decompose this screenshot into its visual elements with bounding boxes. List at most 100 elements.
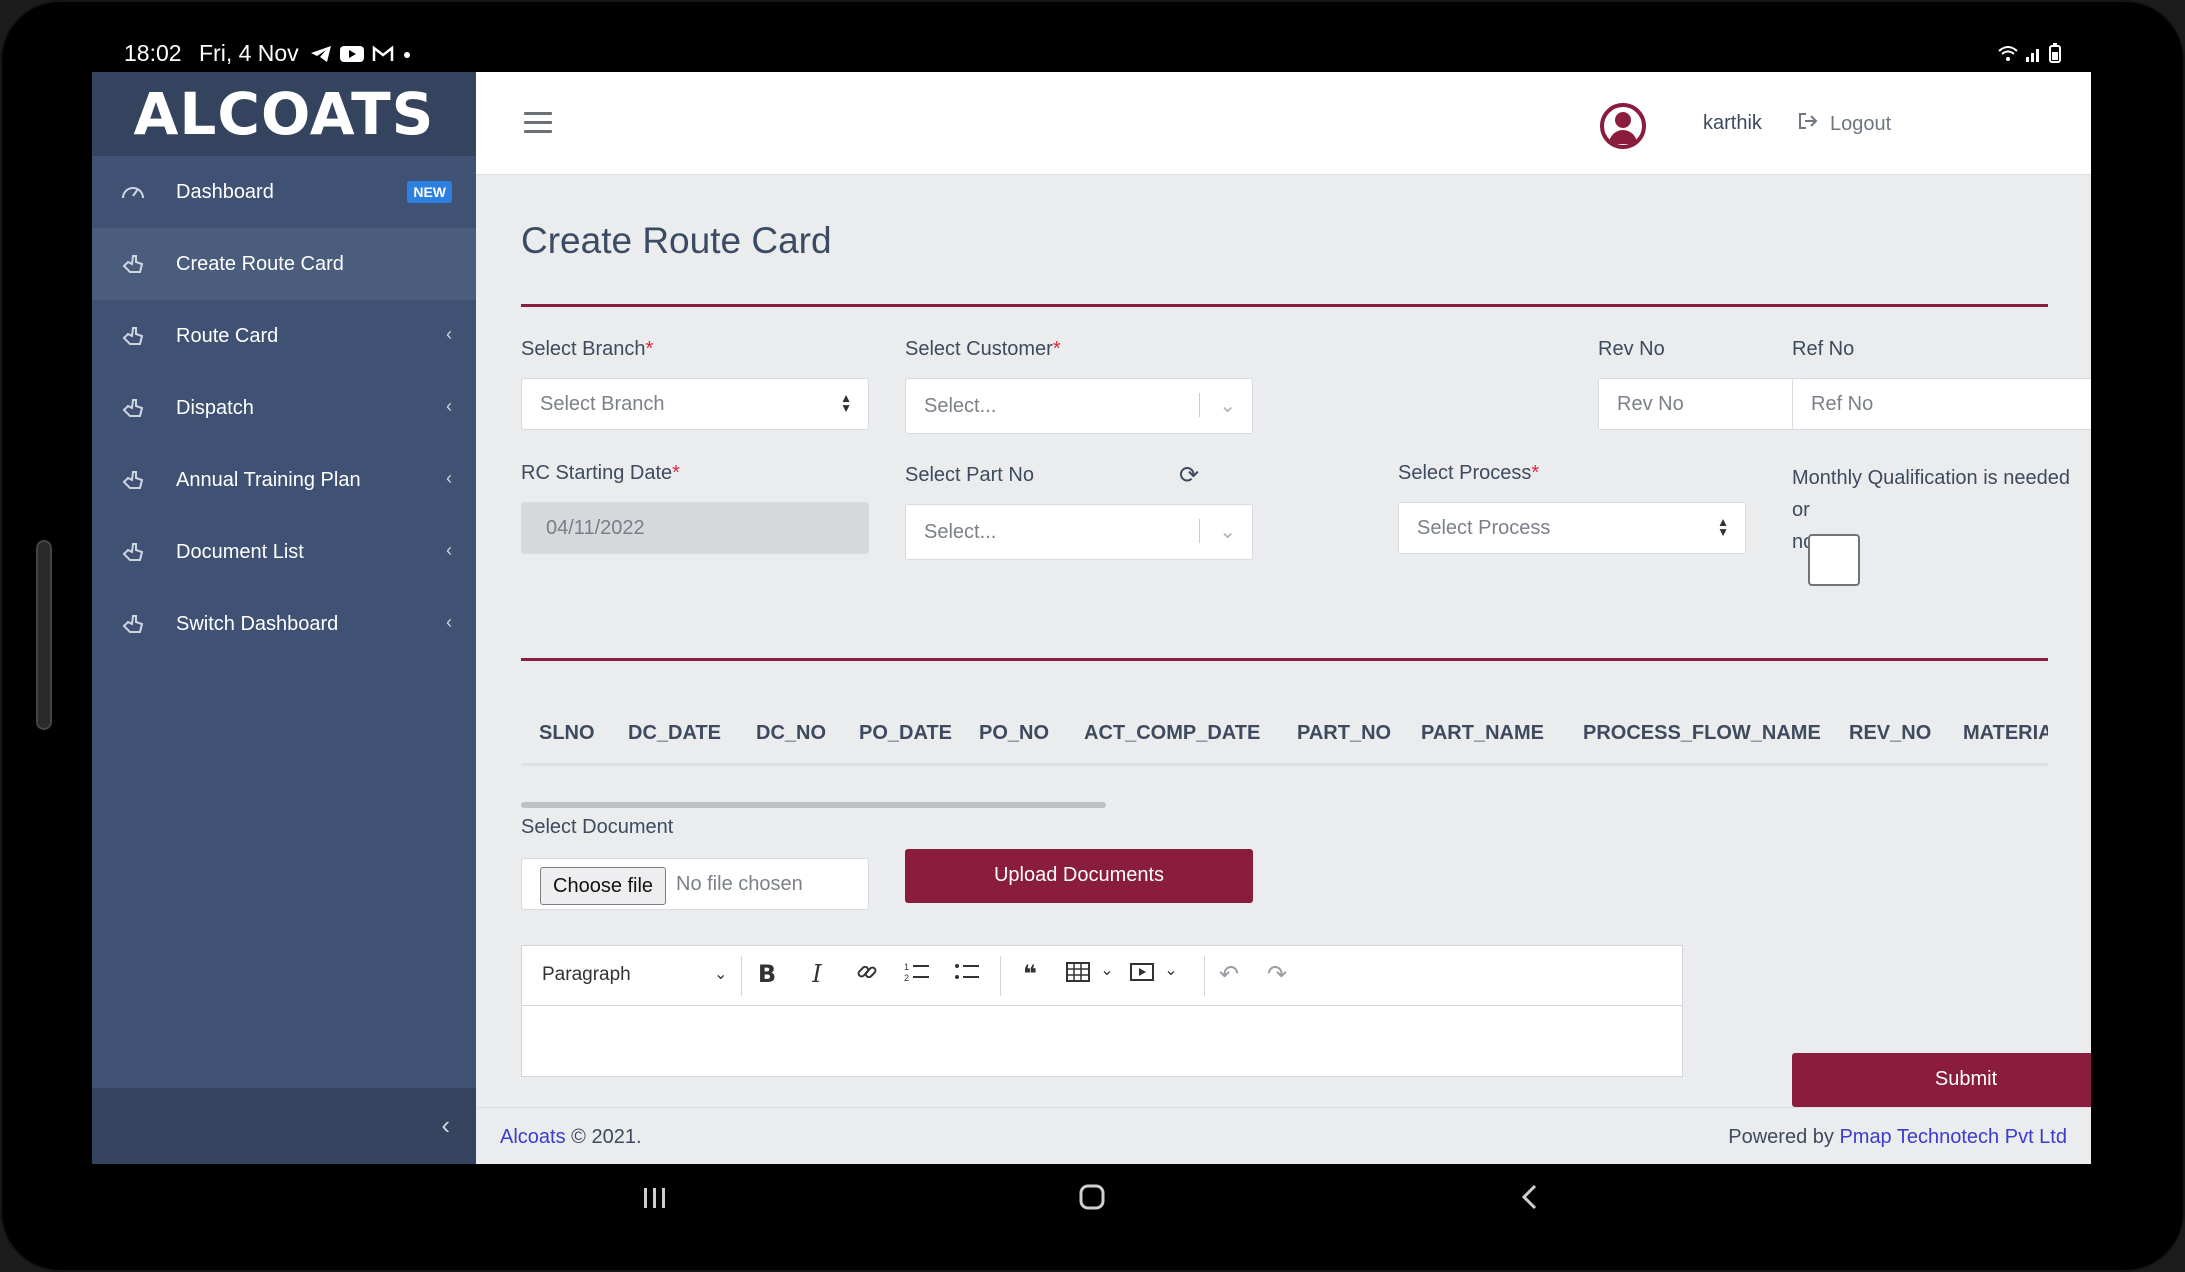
chevron-down-icon: ⌄ (1219, 521, 1236, 543)
brand-logo[interactable]: ALCOATS (92, 72, 476, 156)
company-link[interactable]: Pmap Technotech Pvt Ltd (1839, 1126, 2067, 1148)
recent-apps-icon[interactable] (640, 1182, 670, 1220)
column-header[interactable]: PART_NO (1297, 722, 1391, 745)
telegram-icon (310, 42, 332, 69)
column-header[interactable]: PO_NO (979, 722, 1049, 745)
table-header: SLNO DC_DATE DC_NO PO_DATE PO_NO ACT_COM… (521, 710, 2048, 766)
column-header[interactable]: ACT_COMP_DATE (1084, 722, 1260, 745)
sidebar: ALCOATS Dashboard NEW Create Route Card … (92, 72, 476, 1164)
column-header[interactable]: REV_NO (1849, 722, 1931, 745)
customer-select[interactable]: Select... ⌄ (905, 378, 1253, 434)
footer-powered-by: Powered by Pmap Technotech Pvt Ltd (1728, 1126, 2067, 1148)
hand-icon (120, 612, 146, 636)
device-side-button (36, 540, 52, 730)
part-no-label: Select Part No (905, 464, 1034, 486)
refresh-icon[interactable]: ⟳ (1179, 461, 1199, 490)
chevron-down-icon[interactable]: ⌄ (1090, 960, 1124, 980)
hand-icon (120, 252, 146, 276)
logout-button[interactable]: Logout (1798, 112, 1891, 136)
title-divider (521, 304, 2048, 307)
column-header[interactable]: DC_NO (756, 722, 826, 745)
new-badge: NEW (407, 181, 452, 203)
link-icon[interactable] (850, 960, 884, 991)
sidebar-item-document-list[interactable]: Document List ‹ (92, 516, 476, 588)
sidebar-item-label: Dispatch (176, 396, 254, 419)
blockquote-icon[interactable]: ❝ (1013, 960, 1047, 989)
sidebar-item-label: Route Card (176, 324, 279, 347)
sidebar-item-dashboard[interactable]: Dashboard NEW (92, 156, 476, 228)
bold-icon[interactable]: B (750, 960, 784, 988)
sidebar-item-annual-training-plan[interactable]: Annual Training Plan ‹ (92, 444, 476, 516)
hand-icon (120, 324, 146, 348)
part-no-select[interactable]: Select... ⌄ (905, 504, 1253, 560)
chevron-down-icon: ⌄ (1219, 395, 1236, 417)
select-document-label: Select Document (521, 816, 674, 838)
battery-icon (2049, 42, 2061, 69)
column-header[interactable]: PROCESS_FLOW_NAME (1583, 722, 1821, 745)
page-footer: Alcoats © 2021. Powered by Pmap Technote… (476, 1107, 2091, 1164)
section-divider (521, 658, 2048, 661)
chevron-left-icon: ‹ (446, 612, 452, 632)
speedometer-icon (120, 180, 146, 204)
upload-documents-button[interactable]: Upload Documents (905, 849, 1253, 903)
sidebar-collapse-icon[interactable]: ‹ (441, 1110, 450, 1141)
process-label: Select Process* (1398, 462, 1540, 484)
sidebar-item-label: Document List (176, 540, 304, 563)
redo-icon[interactable]: ↷ (1260, 960, 1294, 989)
svg-text:2: 2 (904, 973, 909, 983)
rc-start-date-label: RC Starting Date* (521, 462, 680, 484)
table-horizontal-scrollbar[interactable] (521, 802, 1106, 808)
bulleted-list-icon[interactable] (950, 960, 984, 991)
wifi-icon (1997, 42, 2019, 69)
sort-arrows-icon: ▲ ▼ (840, 391, 852, 415)
youtube-icon (340, 42, 364, 69)
back-icon[interactable] (1516, 1182, 1546, 1220)
sidebar-item-dispatch[interactable]: Dispatch ‹ (92, 372, 476, 444)
file-input[interactable]: Choose file No file chosen (521, 858, 869, 910)
sidebar-item-create-route-card[interactable]: Create Route Card (92, 228, 476, 300)
sidebar-item-route-card[interactable]: Route Card ‹ (92, 300, 476, 372)
status-system-icons (1997, 42, 2061, 69)
chevron-left-icon: ‹ (446, 396, 452, 416)
home-icon[interactable] (1077, 1182, 1107, 1220)
sort-arrows-icon: ▲ ▼ (1717, 515, 1729, 539)
main-content: karthik Logout Create Route Card Select … (476, 72, 2091, 1164)
status-time: 18:02 (124, 40, 182, 66)
branch-label: Select Branch* (521, 338, 654, 360)
alcoats-link[interactable]: Alcoats (500, 1126, 566, 1148)
rc-start-date-field: 04/11/2022 (521, 502, 869, 554)
ref-no-input[interactable]: Ref No (1792, 378, 2091, 430)
chevron-left-icon: ‹ (446, 324, 452, 344)
italic-icon[interactable]: I (800, 960, 834, 988)
user-avatar-icon[interactable] (1600, 103, 1646, 149)
monthly-qualification-checkbox[interactable] (1808, 534, 1860, 586)
column-header[interactable]: SLNO (539, 722, 595, 745)
tablet-device: 18:02 Fri, 4 Nov ALCOATS Dashboard NEW C… (0, 0, 2185, 1272)
branch-select[interactable]: Select Branch ▲ ▼ (521, 378, 869, 430)
sidebar-item-switch-dashboard[interactable]: Switch Dashboard ‹ (92, 588, 476, 660)
process-select[interactable]: Select Process ▲ ▼ (1398, 502, 1746, 554)
sidebar-footer: ‹ (92, 1088, 476, 1164)
undo-icon[interactable]: ↶ (1212, 960, 1246, 989)
page-title: Create Route Card (521, 220, 832, 261)
column-header[interactable]: DC_DATE (628, 722, 721, 745)
hamburger-menu-icon[interactable] (524, 112, 552, 134)
logout-icon (1798, 112, 1818, 136)
screen: 18:02 Fri, 4 Nov ALCOATS Dashboard NEW C… (92, 18, 2091, 1236)
choose-file-button[interactable]: Choose file (540, 867, 667, 905)
sidebar-item-label: Switch Dashboard (176, 612, 339, 635)
gmail-icon (372, 42, 394, 69)
username[interactable]: karthik (1703, 112, 1762, 135)
column-header[interactable]: PO_DATE (859, 722, 952, 745)
chevron-down-icon[interactable]: ⌄ (1154, 960, 1188, 980)
rich-text-editor: Paragraph ⌄ B I 12 ❝ ⌄ ⌄ ↶ ↷ (521, 945, 1683, 1077)
android-navigation-bar (92, 1164, 2091, 1236)
column-header[interactable]: MATERIA (1963, 722, 2048, 745)
sidebar-item-label: Annual Training Plan (176, 468, 361, 491)
numbered-list-icon[interactable]: 12 (900, 960, 934, 991)
top-header: karthik Logout (476, 72, 2091, 175)
dot-icon (402, 42, 412, 69)
paragraph-style-select[interactable]: Paragraph (542, 964, 631, 986)
submit-button[interactable]: Submit (1792, 1053, 2091, 1107)
column-header[interactable]: PART_NAME (1421, 722, 1544, 745)
